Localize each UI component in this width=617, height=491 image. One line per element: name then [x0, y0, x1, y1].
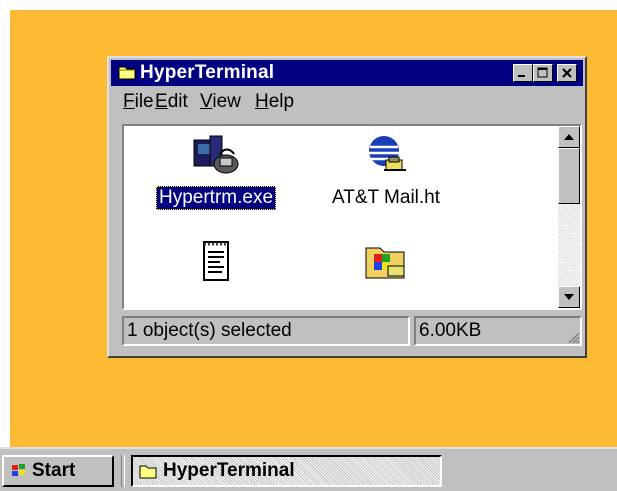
- file-label: Hypertrm.exe: [155, 186, 277, 210]
- arrow-up-icon: [564, 134, 574, 140]
- start-button[interactable]: Start: [2, 455, 114, 487]
- file-item-att-mail[interactable]: AT&T Mail.ht: [296, 134, 476, 210]
- taskbar-button-label: HyperTerminal: [163, 460, 295, 481]
- start-label: Start: [32, 460, 76, 481]
- scroll-down-button[interactable]: [558, 286, 580, 308]
- menu-file[interactable]: File: [123, 90, 154, 114]
- taskbar-separator: [121, 455, 125, 487]
- minimize-button[interactable]: [513, 64, 533, 82]
- maximize-icon: [537, 67, 548, 78]
- scroll-thumb[interactable]: [558, 148, 580, 204]
- file-list-pane[interactable]: Hypertrm.exe AT&T Mail.ht: [122, 124, 582, 310]
- menu-view[interactable]: View: [200, 90, 241, 114]
- hyperterminal-app-icon: [193, 135, 239, 174]
- resize-grip-icon[interactable]: [566, 330, 580, 344]
- taskbar: Start HyperTerminal: [0, 447, 617, 491]
- title-bar[interactable]: HyperTerminal: [111, 60, 583, 86]
- menu-edit[interactable]: Edit: [155, 90, 188, 114]
- file-item-hypertrm[interactable]: Hypertrm.exe: [126, 134, 306, 210]
- globe-phone-icon: [369, 136, 406, 171]
- minimize-icon: [518, 75, 525, 77]
- taskbar-button-hyperterminal[interactable]: HyperTerminal: [131, 455, 442, 487]
- file-item-program-folder[interactable]: [296, 238, 476, 306]
- hyperterminal-window: HyperTerminal File Edit View Help Hypert: [107, 56, 587, 358]
- close-button[interactable]: [557, 64, 577, 82]
- vertical-scrollbar[interactable]: [558, 126, 580, 308]
- menu-help[interactable]: Help: [255, 90, 294, 114]
- file-label: AT&T Mail.ht: [331, 187, 441, 208]
- program-folder-icon: [365, 247, 405, 279]
- scroll-up-button[interactable]: [558, 126, 580, 148]
- folder-icon: [118, 66, 136, 80]
- folder-icon: [139, 465, 157, 479]
- arrow-down-icon: [564, 294, 574, 300]
- file-item-document[interactable]: [126, 238, 306, 306]
- status-size: 6.00KB: [414, 316, 582, 346]
- windows-logo-icon: [12, 464, 25, 476]
- status-selection: 1 object(s) selected: [122, 316, 410, 346]
- text-document-icon: [203, 241, 229, 281]
- maximize-button[interactable]: [533, 64, 553, 82]
- status-bar: 1 object(s) selected 6.00KB: [122, 316, 582, 346]
- window-title: HyperTerminal: [140, 62, 275, 83]
- close-icon: [562, 68, 572, 78]
